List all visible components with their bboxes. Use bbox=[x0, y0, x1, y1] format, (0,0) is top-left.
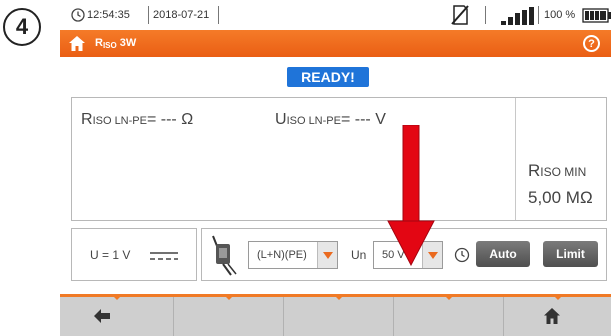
help-button[interactable]: ? bbox=[583, 35, 600, 52]
signal-icon bbox=[501, 7, 534, 25]
un-label: Un bbox=[351, 248, 367, 262]
measurement-config-value: (L+N)(PE) bbox=[257, 249, 307, 261]
step-number-badge: 4 bbox=[3, 8, 41, 46]
chevron-down-icon[interactable] bbox=[317, 242, 337, 268]
status-separator bbox=[218, 6, 219, 24]
back-arrow-icon[interactable] bbox=[94, 309, 110, 323]
home-icon[interactable] bbox=[68, 35, 86, 52]
screen-title: RISO 3W bbox=[95, 37, 137, 50]
nav-slot[interactable] bbox=[394, 297, 504, 336]
nav-notch bbox=[554, 296, 562, 300]
riso-min-value: 5,00 MΩ bbox=[528, 188, 593, 207]
nav-notch bbox=[445, 296, 453, 300]
status-time: 12:54:35 bbox=[87, 9, 130, 21]
bottom-nav-bar bbox=[60, 294, 611, 336]
title-bar: RISO 3W ? bbox=[60, 30, 611, 57]
riso-ln-pe-readout: RISO LN-PE= --- Ω bbox=[81, 111, 194, 128]
nav-home-slot[interactable] bbox=[504, 297, 611, 336]
timer-icon bbox=[454, 247, 470, 263]
riso-min-label: RISO MIN bbox=[528, 161, 587, 180]
uiso-ln-pe-readout: UISO LN-PE= --- V bbox=[275, 111, 386, 128]
results-panel: RISO LN-PE= --- Ω UISO LN-PE= --- V RISO… bbox=[71, 97, 607, 221]
results-divider bbox=[515, 98, 516, 220]
battery-percent: 100 % bbox=[544, 9, 576, 21]
nav-back-slot[interactable] bbox=[60, 297, 174, 336]
nav-slot[interactable] bbox=[284, 297, 394, 336]
status-bar: 12:54:35 2018-07-21 100 % bbox=[60, 0, 611, 30]
voltage-label: U = 1 V bbox=[90, 248, 131, 262]
status-badge: READY! bbox=[287, 67, 369, 87]
measurement-config-select[interactable]: (L+N)(PE) bbox=[248, 241, 338, 269]
nav-slot[interactable] bbox=[174, 297, 284, 336]
limit-button[interactable]: Limit bbox=[543, 241, 598, 267]
voltage-box: U = 1 V bbox=[71, 228, 197, 281]
auto-button[interactable]: Auto bbox=[476, 241, 530, 267]
nav-notch bbox=[335, 296, 343, 300]
status-date: 2018-07-21 bbox=[153, 9, 210, 21]
home-icon[interactable] bbox=[543, 307, 561, 325]
probe-adapter-icon bbox=[212, 235, 237, 276]
status-separator bbox=[148, 6, 149, 24]
status-separator bbox=[538, 6, 539, 24]
nav-notch bbox=[113, 296, 121, 300]
sd-card-icon bbox=[451, 5, 469, 25]
clock-icon bbox=[71, 8, 85, 22]
nav-notch bbox=[225, 296, 233, 300]
red-pointer-arrow bbox=[387, 125, 435, 266]
battery-icon bbox=[582, 8, 611, 23]
dc-symbol-icon bbox=[150, 252, 178, 260]
status-separator bbox=[485, 6, 486, 24]
